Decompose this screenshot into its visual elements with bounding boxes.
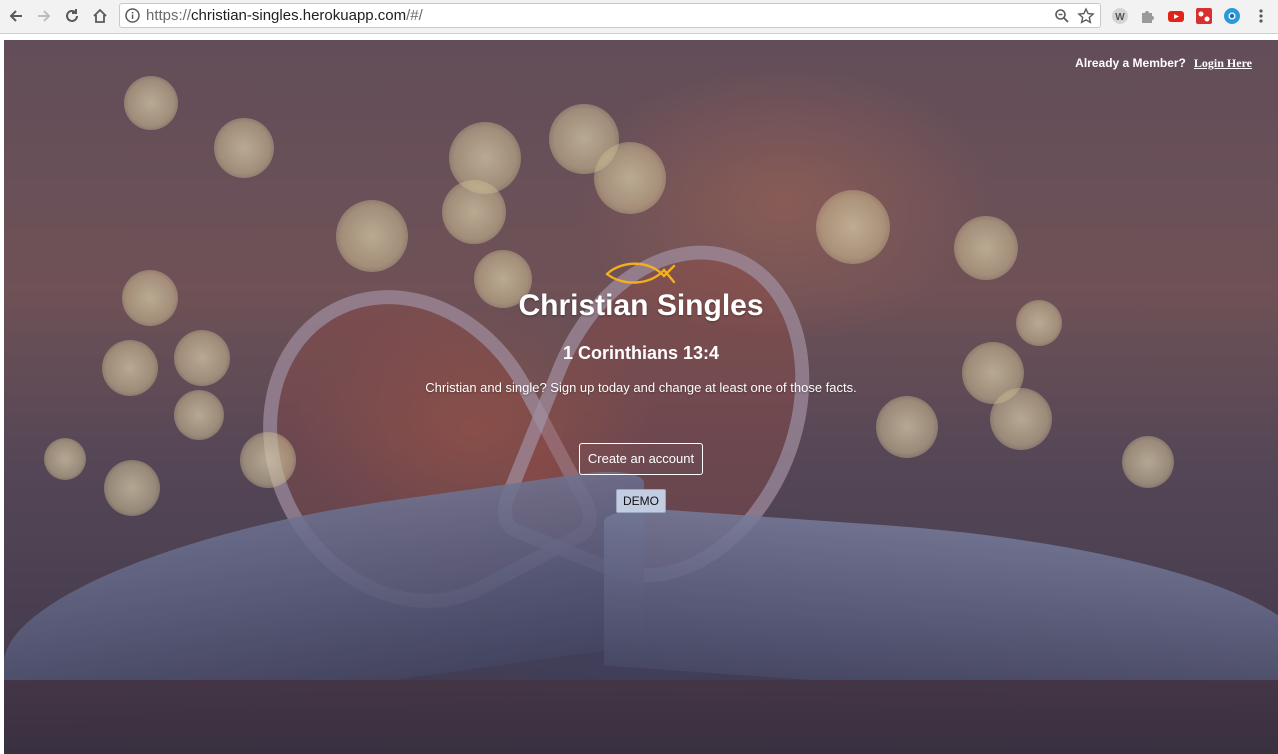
reload-icon[interactable] [60,4,84,28]
demo-button[interactable]: DEMO [616,489,666,513]
home-icon[interactable] [88,4,112,28]
star-icon[interactable] [1077,7,1095,25]
site-title: Christian Singles [518,289,764,322]
url-scheme: https:// [146,7,192,24]
puzzle-icon[interactable] [1139,7,1157,25]
member-prompt: Already a Member? [1075,56,1186,70]
address-bar[interactable]: https://christian-singles.herokuapp.com/… [119,3,1101,28]
back-icon[interactable] [4,4,28,28]
member-login-row: Already a Member? Login Here [1075,56,1252,71]
game-icon[interactable] [1195,7,1213,25]
tagline: Christian and single? Sign up today and … [425,380,857,395]
info-icon[interactable] [124,7,141,24]
login-link[interactable]: Login Here [1194,56,1252,71]
landing-page: Already a Member? Login Here Christian S… [4,40,1278,754]
hero-section: Christian Singles 1 Corinthians 13:4 Chr… [4,258,1278,513]
svg-text:W: W [1115,12,1125,23]
url-text[interactable]: https://christian-singles.herokuapp.com/… [146,7,423,25]
menu-dots-icon[interactable] [1252,7,1270,25]
browser-toolbar: https://christian-singles.herokuapp.com/… [0,0,1278,34]
verse-reference: 1 Corinthians 13:4 [562,343,720,363]
create-account-button[interactable]: Create an account [578,443,704,475]
url-host: christian-singles.herokuapp.com [191,7,407,24]
zoom-icon[interactable] [1054,8,1070,24]
chrome-icon[interactable] [1223,7,1241,25]
ichthys-fish-icon [605,262,676,284]
forward-icon[interactable] [32,4,56,28]
url-path: /#/ [406,7,423,24]
extension-w-icon[interactable]: W [1111,7,1129,25]
youtube-icon[interactable] [1167,7,1185,25]
